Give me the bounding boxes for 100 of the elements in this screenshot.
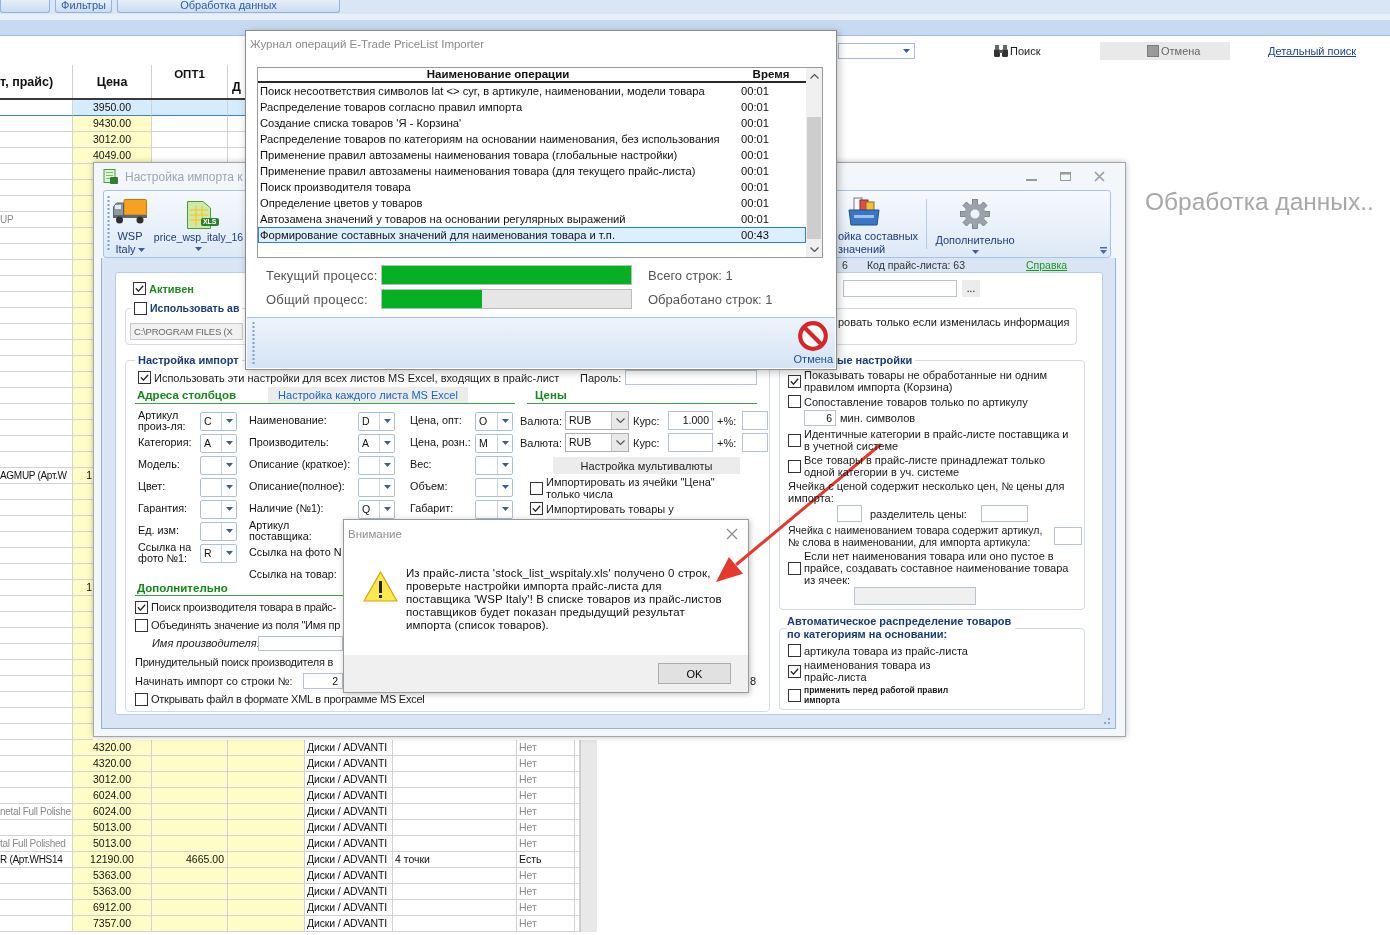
table-row[interactable] bbox=[0, 164, 93, 180]
dropdown-field[interactable] bbox=[200, 499, 237, 519]
table-row[interactable]: tal Full Polished 5013.00 Диски / ADVANTI Нет bbox=[0, 836, 580, 852]
dropdown-field[interactable]: D bbox=[358, 411, 395, 431]
table-row[interactable] bbox=[0, 276, 93, 292]
tab[interactable] bbox=[0, 0, 50, 13]
input-field[interactable] bbox=[854, 587, 976, 605]
table-row[interactable]: 5363.00 Диски / ADVANTI Нет bbox=[0, 868, 580, 884]
checkbox[interactable] bbox=[530, 481, 543, 495]
input-field[interactable] bbox=[843, 280, 957, 297]
checkbox[interactable] bbox=[788, 688, 801, 702]
list-row[interactable]: Поиск производителя товара 00:01 bbox=[258, 179, 806, 195]
table-row[interactable]: 5363.00 Диски / ADVANTI Нет bbox=[0, 884, 580, 900]
table-row[interactable] bbox=[0, 260, 93, 276]
path-field[interactable]: C:\PROGRAM FILES (X bbox=[130, 323, 243, 340]
multicurrency-button[interactable]: Настройка мультивалюты bbox=[553, 457, 740, 474]
ribbon-button[interactable]: WSP Italy bbox=[110, 191, 150, 257]
currency-select[interactable]: RUB bbox=[565, 433, 629, 452]
list-row[interactable]: Формирование составных значений для наименования товара и т.п. 00:43 bbox=[258, 227, 806, 243]
input-field[interactable] bbox=[837, 505, 862, 522]
table-row[interactable]: 3012.00 Диски / ADVANTI Нет bbox=[0, 772, 580, 788]
dropdown-field[interactable] bbox=[475, 455, 513, 475]
maximize-icon[interactable] bbox=[1060, 172, 1071, 181]
table-row[interactable]: 4320.00 Диски / ADVANTI Нет bbox=[0, 740, 580, 756]
table-row[interactable]: 6912.00 Диски / ADVANTI Нет bbox=[0, 900, 580, 916]
dropdown-field[interactable] bbox=[838, 42, 915, 59]
checkbox[interactable] bbox=[530, 502, 543, 515]
checkbox[interactable] bbox=[138, 371, 151, 384]
markup-field[interactable] bbox=[742, 411, 768, 430]
dropdown-field[interactable]: A bbox=[358, 433, 395, 453]
dropdown-field[interactable]: O bbox=[475, 411, 513, 431]
dropdown-field[interactable]: M bbox=[475, 433, 513, 453]
table-row[interactable] bbox=[0, 228, 93, 244]
cancel-button[interactable]: Отмена bbox=[1100, 41, 1230, 60]
checkbox[interactable] bbox=[788, 664, 801, 678]
expand-icon[interactable] bbox=[1100, 247, 1107, 254]
grip-icon[interactable] bbox=[252, 322, 255, 365]
table-row[interactable] bbox=[0, 340, 93, 356]
scrollbar[interactable] bbox=[580, 740, 597, 932]
table-row[interactable] bbox=[0, 452, 93, 468]
checkbox[interactable] bbox=[788, 459, 801, 473]
table-row[interactable] bbox=[0, 484, 93, 500]
list-row[interactable]: Распределение товаров по категориям на основании наименования, без использования 00:01 bbox=[258, 131, 806, 147]
input-field[interactable] bbox=[1054, 527, 1082, 545]
dropdown-field[interactable]: A bbox=[200, 433, 237, 453]
tab[interactable]: Фильтры bbox=[55, 0, 112, 13]
table-row[interactable] bbox=[0, 356, 93, 372]
minimize-icon[interactable] bbox=[1026, 178, 1037, 181]
table-row[interactable] bbox=[0, 708, 93, 724]
search-button[interactable]: Поиск bbox=[994, 44, 1042, 57]
table-row[interactable] bbox=[0, 612, 93, 628]
close-icon[interactable] bbox=[1094, 171, 1105, 182]
dropdown-field[interactable]: R bbox=[200, 543, 237, 563]
dropdown-field[interactable] bbox=[475, 477, 513, 497]
number-field[interactable]: 2 bbox=[303, 673, 343, 689]
table-row[interactable] bbox=[0, 244, 93, 260]
dropdown-field[interactable] bbox=[200, 521, 237, 541]
dropdown-field[interactable]: C bbox=[200, 411, 237, 431]
rate-field[interactable] bbox=[668, 433, 713, 452]
chevron-down-icon[interactable] bbox=[809, 247, 819, 252]
table-row[interactable]: netal Full Polishe 6024.00 Диски / ADVANTI Нет bbox=[0, 804, 580, 820]
dropdown-field[interactable] bbox=[200, 477, 237, 497]
table-row[interactable] bbox=[0, 420, 93, 436]
grip-icon[interactable] bbox=[107, 196, 110, 252]
table-row[interactable] bbox=[0, 500, 93, 516]
table-row[interactable]: 7357.00 Диски / ADVANTI Нет bbox=[0, 916, 580, 932]
table-row[interactable] bbox=[0, 324, 93, 340]
table-row[interactable]: 5013.00 Диски / ADVANTI Нет bbox=[0, 820, 580, 836]
table-row[interactable]: 3012.00 bbox=[0, 132, 245, 148]
dropdown-field[interactable] bbox=[358, 477, 395, 497]
table-row[interactable] bbox=[0, 548, 93, 564]
table-row[interactable] bbox=[0, 724, 93, 740]
checkbox[interactable] bbox=[788, 374, 801, 388]
checkbox[interactable] bbox=[133, 282, 146, 295]
list-row[interactable]: Поиск несоответствия символов lat <> cyr, в артикуле, наименовании, модели товара 00:01 bbox=[258, 83, 806, 99]
list-row[interactable]: Автозамена значений у товаров на основании регулярных выражений 00:01 bbox=[258, 211, 806, 227]
table-row[interactable]: 3950.00 bbox=[0, 100, 245, 116]
table-row[interactable] bbox=[0, 628, 93, 644]
table-row[interactable]: UP bbox=[0, 212, 93, 228]
checkbox[interactable] bbox=[134, 301, 147, 315]
browse-button[interactable]: ... bbox=[962, 280, 980, 297]
list-row[interactable]: Создание списка товаров 'Я - Корзина' 00:01 bbox=[258, 115, 806, 131]
list-row[interactable]: Определение цветов у товаров 00:01 bbox=[258, 195, 806, 211]
list-row[interactable]: Применение правил автозамены наименования товара (для текущего прайс-листа) 00:01 bbox=[258, 163, 806, 179]
table-row[interactable] bbox=[0, 308, 93, 324]
table-row[interactable] bbox=[0, 516, 93, 532]
input-field[interactable] bbox=[258, 635, 343, 651]
table-row[interactable]: 4320.00 Диски / ADVANTI Нет bbox=[0, 756, 580, 772]
list-row[interactable]: Применение правил автозамены наименования товара (глобальные настройки) 00:01 bbox=[258, 147, 806, 163]
currency-select[interactable]: RUB bbox=[565, 411, 629, 430]
ok-button[interactable]: OK bbox=[658, 663, 731, 684]
ribbon-button[interactable]: Дополнительно bbox=[931, 191, 1019, 257]
checkbox[interactable] bbox=[135, 618, 148, 632]
table-row[interactable] bbox=[0, 660, 93, 676]
table-row[interactable] bbox=[0, 676, 93, 692]
table-row[interactable] bbox=[0, 388, 93, 404]
number-field[interactable]: 6 bbox=[804, 410, 836, 426]
checkbox[interactable] bbox=[135, 692, 148, 706]
sheet-settings-button[interactable]: Настройка каждого листа MS Excel bbox=[268, 387, 468, 403]
close-icon[interactable] bbox=[726, 528, 738, 540]
